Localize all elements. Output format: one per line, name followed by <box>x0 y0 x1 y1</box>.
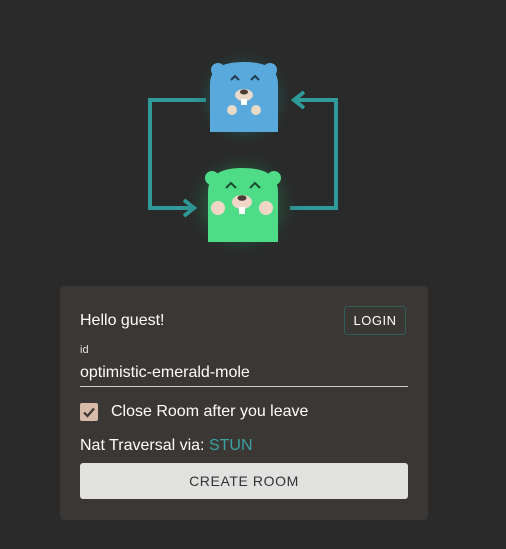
greeting-text: Hello guest! <box>80 312 165 329</box>
nat-traversal-row: Nat Traversal via: STUN <box>80 437 253 455</box>
close-room-label: Close Room after you leave <box>111 403 309 420</box>
room-card: Hello guest! LOGIN id Close Room after y… <box>60 286 428 520</box>
app-page: Hello guest! LOGIN id Close Room after y… <box>0 0 506 549</box>
check-icon <box>83 407 95 418</box>
id-field-label: id <box>80 344 89 356</box>
close-room-checkbox[interactable] <box>80 403 98 421</box>
blue-gopher-icon <box>192 46 296 150</box>
hero-illustration <box>148 46 338 260</box>
close-room-option[interactable]: Close Room after you leave <box>80 403 308 421</box>
room-id-input[interactable] <box>80 359 408 387</box>
login-button[interactable]: LOGIN <box>344 306 406 335</box>
green-gopher-icon <box>182 148 302 260</box>
create-room-button[interactable]: CREATE ROOM <box>80 463 408 499</box>
nat-traversal-label: Nat Traversal via: <box>80 437 209 454</box>
nat-traversal-value-link[interactable]: STUN <box>209 437 253 454</box>
